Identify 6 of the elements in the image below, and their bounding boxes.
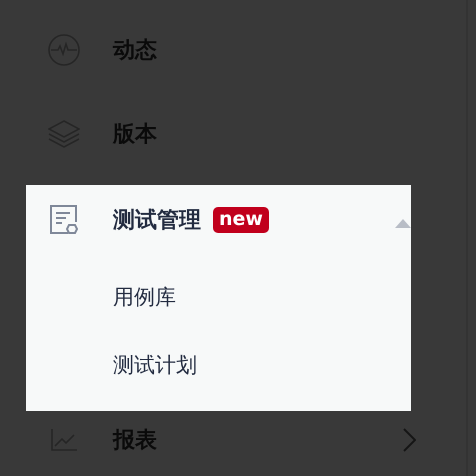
document-icon <box>50 205 78 235</box>
menu-label: 测试管理 <box>113 207 201 235</box>
submenu-item[interactable]: 测试计划 <box>113 331 411 399</box>
new-badge: new <box>213 207 269 233</box>
menu-item[interactable]: 测试管理 new <box>48 185 411 255</box>
submenu-item[interactable]: 用例库 <box>113 263 411 331</box>
